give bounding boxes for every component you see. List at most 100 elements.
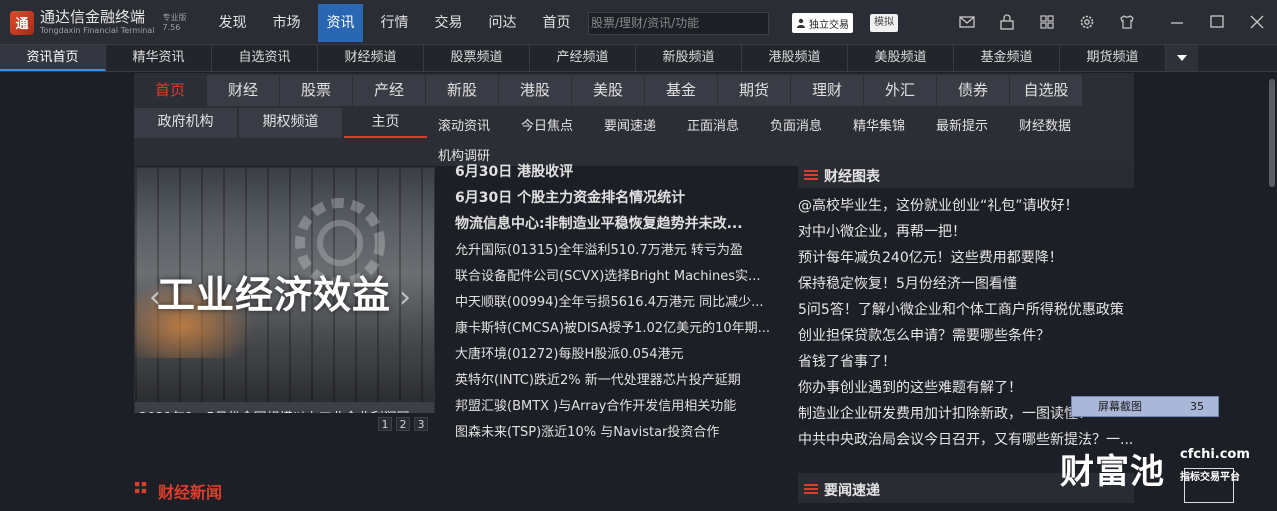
- mainnav-item[interactable]: 交易: [426, 4, 471, 42]
- finance-chart-item[interactable]: 对中小微企业，再帮一把！: [798, 221, 1138, 241]
- channel-tab[interactable]: 产经频道: [530, 45, 636, 71]
- subnav-link[interactable]: 滚动资讯: [438, 115, 490, 134]
- news-item[interactable]: 联合设备配件公司(SCVX)选择Bright Machines实...: [455, 265, 775, 284]
- news-item[interactable]: 邦盟汇骏(BMTX )与Array合作开发信用相关功能: [455, 395, 775, 414]
- channel-tab[interactable]: 期货频道: [1060, 45, 1166, 71]
- finance-charts-header: 财经图表: [798, 161, 1134, 188]
- lock-icon[interactable]: [998, 13, 1016, 31]
- news-item[interactable]: 图森未来(TSP)涨近10% 与Navistar投资合作: [455, 421, 775, 440]
- subnav-tab[interactable]: 期权频道: [239, 108, 342, 138]
- news-item[interactable]: 大唐环境(01272)每股H股派0.054港元: [455, 343, 775, 362]
- settings-icon[interactable]: [1078, 13, 1096, 31]
- subnav-link[interactable]: 正面消息: [687, 115, 739, 134]
- minimize-icon[interactable]: [1168, 13, 1186, 31]
- channel-tab[interactable]: 基金频道: [954, 45, 1060, 71]
- list-icon: [804, 170, 818, 180]
- subnav-tab[interactable]: 外汇: [864, 75, 936, 106]
- subnav-tab[interactable]: 新股: [426, 75, 498, 106]
- channel-tab[interactable]: 美股频道: [848, 45, 954, 71]
- subnav-tab[interactable]: 政府机构: [134, 108, 237, 138]
- channel-tab[interactable]: 精华资讯: [106, 45, 212, 71]
- channel-tab[interactable]: 新股频道: [636, 45, 742, 71]
- carousel-prev-icon[interactable]: ‹: [149, 280, 161, 315]
- mail-icon[interactable]: [958, 13, 976, 31]
- channel-tab[interactable]: 财经频道: [318, 45, 424, 71]
- vertical-scrollbar[interactable]: [1267, 73, 1277, 511]
- sub-nav-row2: 政府机构 期权频道 主页: [134, 108, 429, 138]
- finance-news-title[interactable]: 财经新闻: [158, 479, 222, 503]
- more-channels-button[interactable]: [1166, 45, 1198, 71]
- mainnav-item[interactable]: 行情: [372, 4, 417, 42]
- mainnav-item[interactable]: 问达: [480, 4, 525, 42]
- carousel-page-button[interactable]: 1: [378, 417, 392, 431]
- channel-tab[interactable]: 资讯首页: [0, 45, 106, 71]
- shirt-icon[interactable]: [1118, 13, 1136, 31]
- subnav-tab[interactable]: 美股: [572, 75, 644, 106]
- news-item[interactable]: 6月30日 港股收评: [455, 161, 775, 181]
- screenshot-count: 35: [1190, 400, 1204, 413]
- subnav-link[interactable]: 财经数据: [1019, 115, 1071, 134]
- chevron-down-icon: [1177, 55, 1187, 61]
- news-item[interactable]: 英特尔(INTC)跌近2% 新一代处理器芯片投产延期: [455, 369, 775, 388]
- mainnav-item[interactable]: 发现: [210, 4, 255, 42]
- title-bar: 通 通达信金融终端 Tongdaxin Financial Terminal 专…: [0, 0, 1277, 45]
- subnav-tab[interactable]: 理财: [791, 75, 863, 106]
- grid-icon: [135, 482, 147, 494]
- subnav-tab[interactable]: 港股: [499, 75, 571, 106]
- finance-chart-item[interactable]: 5问5答！了解小微企业和个体工商户所得税优惠政策: [798, 299, 1138, 319]
- subnav-tab[interactable]: 债券: [937, 75, 1009, 106]
- news-item[interactable]: 6月30日 个股主力资金排名情况统计: [455, 187, 775, 207]
- main-nav: 发现 市场 资讯 行情 交易 问达 首页: [210, 4, 588, 42]
- finance-chart-item[interactable]: 预计每年减负240亿元！这些费用都要降！: [798, 247, 1138, 267]
- channel-tab[interactable]: 股票频道: [424, 45, 530, 71]
- subnav-link[interactable]: 最新提示: [936, 115, 988, 134]
- finance-chart-item[interactable]: 你办事创业遇到的这些难题有解了！: [798, 377, 1138, 397]
- news-item[interactable]: 物流信息中心:非制造业平稳恢复趋势并未改...: [455, 213, 775, 233]
- carousel-next-icon[interactable]: ›: [399, 280, 411, 315]
- news-item[interactable]: 允升国际(01315)全年溢利510.7万港元 转亏为盈: [455, 239, 775, 258]
- carousel-page-button[interactable]: 3: [414, 417, 428, 431]
- news-item[interactable]: 中天顺联(00994)全年亏损5616.4万港元 同比减少...: [455, 291, 775, 310]
- search-input[interactable]: 股票/理财/资讯/功能: [588, 12, 769, 35]
- mainnav-item[interactable]: 首页: [534, 4, 579, 42]
- finance-chart-item[interactable]: 保持稳定恢复！5月份经济一图看懂: [798, 273, 1138, 293]
- subnav-tab[interactable]: 期货: [718, 75, 790, 106]
- channel-tab[interactable]: 自选资讯: [212, 45, 318, 71]
- news-carousel[interactable]: 工业经济效益 ‹ › 2021年1—5月份全国规模以上工业企业利润同...: [134, 167, 435, 435]
- screenshot-tooltip: 屏幕截图 35: [1071, 396, 1219, 417]
- screenshot-label: 屏幕截图: [1098, 400, 1142, 413]
- quick-news-title[interactable]: 要闻速递: [824, 480, 880, 500]
- finance-chart-item[interactable]: @高校毕业生，这份就业创业“礼包”请收好！: [798, 195, 1138, 215]
- subnav-link[interactable]: 要闻速递: [604, 115, 656, 134]
- subnav-link[interactable]: 负面消息: [770, 115, 822, 134]
- finance-chart-item[interactable]: 省钱了省事了！: [798, 351, 1138, 371]
- watermark-domain: cfchi.com: [1180, 447, 1250, 462]
- maximize-icon[interactable]: [1208, 13, 1226, 31]
- subnav-tab[interactable]: 主页: [344, 108, 427, 138]
- news-item[interactable]: 康卡斯特(CMCSA)被DISA授予1.02亿美元的10年期...: [455, 317, 775, 336]
- list-icon: [804, 484, 818, 494]
- sub-nav-row1: 首页 财经 股票 产经 新股 港股 美股 基金 期货 理财 外汇 债券 自选股: [134, 75, 1083, 106]
- subnav-tab[interactable]: 产经: [353, 75, 425, 106]
- mainnav-item[interactable]: 市场: [264, 4, 309, 42]
- channel-bar: 资讯首页 精华资讯 自选资讯 财经频道 股票频道 产经频道 新股频道 港股频道 美股频道 基金频道…: [0, 45, 1277, 72]
- mainnav-item[interactable]: 资讯: [318, 4, 363, 42]
- subnav-tab[interactable]: 财经: [207, 75, 279, 106]
- subnav-tab[interactable]: 首页: [134, 75, 206, 106]
- simulation-button[interactable]: 模拟: [870, 14, 898, 32]
- subnav-tab[interactable]: 股票: [280, 75, 352, 106]
- channel-tab[interactable]: 港股频道: [742, 45, 848, 71]
- carousel-pager: 123: [134, 413, 435, 435]
- carousel-page-button[interactable]: 2: [396, 417, 410, 431]
- subnav-link[interactable]: 今日焦点: [521, 115, 573, 134]
- subnav-tab[interactable]: 自选股: [1010, 75, 1082, 106]
- subnav-link[interactable]: 精华集锦: [853, 115, 905, 134]
- subnav-tab[interactable]: 基金: [645, 75, 717, 106]
- finance-chart-item[interactable]: 创业担保贷款怎么申请？需要哪些条件？: [798, 325, 1138, 345]
- scrollbar-thumb[interactable]: [1269, 79, 1275, 187]
- close-icon[interactable]: [1248, 13, 1266, 31]
- grid-icon[interactable]: [1038, 13, 1056, 31]
- independent-trade-button[interactable]: 独立交易: [792, 13, 853, 33]
- app-version: 专业版 7.56: [162, 12, 187, 32]
- finance-charts-title: 财经图表: [824, 169, 880, 185]
